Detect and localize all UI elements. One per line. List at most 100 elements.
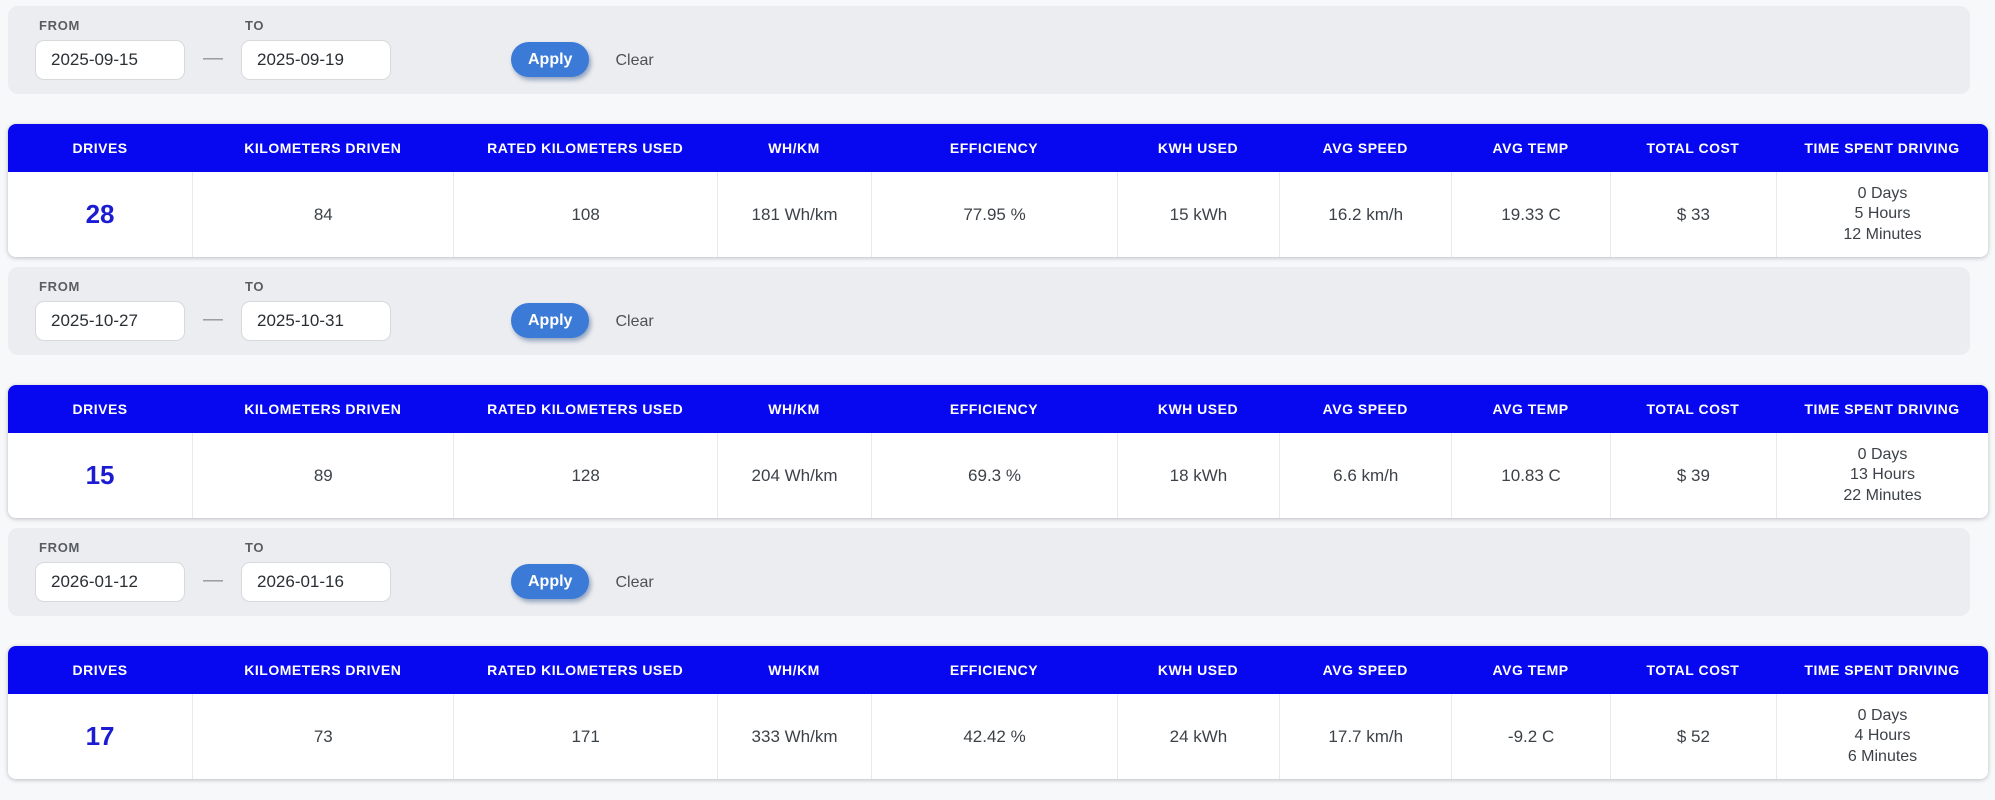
clear-link[interactable]: Clear — [615, 574, 653, 592]
to-date-input[interactable] — [241, 40, 391, 80]
to-date-input[interactable] — [241, 562, 391, 602]
table-row: 28 84 108 181 Wh/km 77.95 % 15 kWh 16.2 … — [8, 172, 1988, 257]
col-header-total-cost: TOTAL COST — [1610, 662, 1776, 678]
table-header-row: DRIVES KILOMETERS DRIVEN RATED KILOMETER… — [8, 385, 1988, 433]
rated-kilometers-used-cell: 171 — [453, 694, 716, 779]
to-date-input[interactable] — [241, 301, 391, 341]
drive-stats-table-1: DRIVES KILOMETERS DRIVEN RATED KILOMETER… — [8, 124, 1988, 257]
to-label: TO — [245, 540, 391, 555]
avg-speed-cell: 16.2 km/h — [1279, 172, 1451, 257]
col-header-rated-kilometers-used: RATED KILOMETERS USED — [453, 401, 716, 417]
to-field-group: TO — [241, 279, 391, 341]
col-header-total-cost: TOTAL COST — [1610, 140, 1776, 156]
clear-link[interactable]: Clear — [615, 313, 653, 331]
to-label: TO — [245, 18, 391, 33]
time-days: 0 Days — [1858, 445, 1908, 465]
avg-speed-cell: 6.6 km/h — [1279, 433, 1451, 518]
wh-km-cell: 181 Wh/km — [717, 172, 871, 257]
time-minutes: 22 Minutes — [1843, 486, 1921, 506]
drives-cell: 17 — [8, 694, 192, 779]
total-cost-cell: $ 52 — [1610, 694, 1776, 779]
from-field-group: FROM — [35, 540, 185, 602]
time-days: 0 Days — [1858, 706, 1908, 726]
date-range-dash: — — [203, 308, 223, 331]
from-date-input[interactable] — [35, 301, 185, 341]
kilometers-driven-cell: 89 — [192, 433, 453, 518]
to-field-group: TO — [241, 18, 391, 80]
col-header-drives: DRIVES — [8, 662, 192, 678]
col-header-wh-km: WH/KM — [717, 140, 871, 156]
col-header-kilometers-driven: KILOMETERS DRIVEN — [192, 140, 453, 156]
col-header-time-spent-driving: TIME SPENT DRIVING — [1776, 662, 1988, 678]
date-range-dash: — — [203, 47, 223, 70]
avg-temp-cell: 19.33 C — [1451, 172, 1609, 257]
col-header-rated-kilometers-used: RATED KILOMETERS USED — [453, 140, 716, 156]
drives-count[interactable]: 28 — [86, 199, 115, 230]
from-label: FROM — [39, 279, 185, 294]
apply-button[interactable]: Apply — [511, 42, 589, 77]
apply-button[interactable]: Apply — [511, 564, 589, 599]
from-date-input[interactable] — [35, 40, 185, 80]
col-header-efficiency: EFFICIENCY — [871, 662, 1117, 678]
col-header-total-cost: TOTAL COST — [1610, 401, 1776, 417]
col-header-avg-temp: AVG TEMP — [1451, 662, 1609, 678]
time-days: 0 Days — [1858, 184, 1908, 204]
apply-button[interactable]: Apply — [511, 303, 589, 338]
efficiency-cell: 42.42 % — [871, 694, 1117, 779]
table-row: 15 89 128 204 Wh/km 69.3 % 18 kWh 6.6 km… — [8, 433, 1988, 518]
avg-temp-cell: 10.83 C — [1451, 433, 1609, 518]
kwh-used-cell: 15 kWh — [1117, 172, 1279, 257]
date-range-dash: — — [203, 569, 223, 592]
time-minutes: 12 Minutes — [1843, 225, 1921, 245]
col-header-avg-speed: AVG SPEED — [1279, 401, 1451, 417]
col-header-avg-temp: AVG TEMP — [1451, 140, 1609, 156]
efficiency-cell: 77.95 % — [871, 172, 1117, 257]
col-header-efficiency: EFFICIENCY — [871, 401, 1117, 417]
col-header-drives: DRIVES — [8, 401, 192, 417]
total-cost-cell: $ 33 — [1610, 172, 1776, 257]
from-field-group: FROM — [35, 18, 185, 80]
time-hours: 4 Hours — [1854, 726, 1910, 746]
time-spent-driving-cell: 0 Days 13 Hours 22 Minutes — [1776, 433, 1988, 518]
avg-temp-cell: -9.2 C — [1451, 694, 1609, 779]
avg-speed-cell: 17.7 km/h — [1279, 694, 1451, 779]
to-field-group: TO — [241, 540, 391, 602]
kilometers-driven-cell: 84 — [192, 172, 453, 257]
drives-count[interactable]: 17 — [86, 721, 115, 752]
col-header-kwh-used: KWH USED — [1117, 662, 1279, 678]
time-spent-driving-cell: 0 Days 4 Hours 6 Minutes — [1776, 694, 1988, 779]
from-label: FROM — [39, 18, 185, 33]
wh-km-cell: 204 Wh/km — [717, 433, 871, 518]
time-hours: 5 Hours — [1854, 204, 1910, 224]
rated-kilometers-used-cell: 128 — [453, 433, 716, 518]
col-header-rated-kilometers-used: RATED KILOMETERS USED — [453, 662, 716, 678]
drives-count[interactable]: 15 — [86, 460, 115, 491]
time-hours: 13 Hours — [1850, 465, 1915, 485]
time-spent-driving-cell: 0 Days 5 Hours 12 Minutes — [1776, 172, 1988, 257]
date-filter-bar-3: FROM — TO Apply Clear — [8, 528, 1970, 616]
kwh-used-cell: 18 kWh — [1117, 433, 1279, 518]
col-header-kwh-used: KWH USED — [1117, 401, 1279, 417]
clear-link[interactable]: Clear — [615, 52, 653, 70]
col-header-kilometers-driven: KILOMETERS DRIVEN — [192, 662, 453, 678]
from-field-group: FROM — [35, 279, 185, 341]
col-header-kilometers-driven: KILOMETERS DRIVEN — [192, 401, 453, 417]
kwh-used-cell: 24 kWh — [1117, 694, 1279, 779]
drives-cell: 28 — [8, 172, 192, 257]
table-header-row: DRIVES KILOMETERS DRIVEN RATED KILOMETER… — [8, 124, 1988, 172]
table-row: 17 73 171 333 Wh/km 42.42 % 24 kWh 17.7 … — [8, 694, 1988, 779]
col-header-wh-km: WH/KM — [717, 401, 871, 417]
date-filter-bar-1: FROM — TO Apply Clear — [8, 6, 1970, 94]
wh-km-cell: 333 Wh/km — [717, 694, 871, 779]
from-date-input[interactable] — [35, 562, 185, 602]
efficiency-cell: 69.3 % — [871, 433, 1117, 518]
col-header-kwh-used: KWH USED — [1117, 140, 1279, 156]
col-header-time-spent-driving: TIME SPENT DRIVING — [1776, 140, 1988, 156]
from-label: FROM — [39, 540, 185, 555]
kilometers-driven-cell: 73 — [192, 694, 453, 779]
to-label: TO — [245, 279, 391, 294]
date-filter-bar-2: FROM — TO Apply Clear — [8, 267, 1970, 355]
col-header-efficiency: EFFICIENCY — [871, 140, 1117, 156]
table-header-row: DRIVES KILOMETERS DRIVEN RATED KILOMETER… — [8, 646, 1988, 694]
col-header-avg-speed: AVG SPEED — [1279, 662, 1451, 678]
